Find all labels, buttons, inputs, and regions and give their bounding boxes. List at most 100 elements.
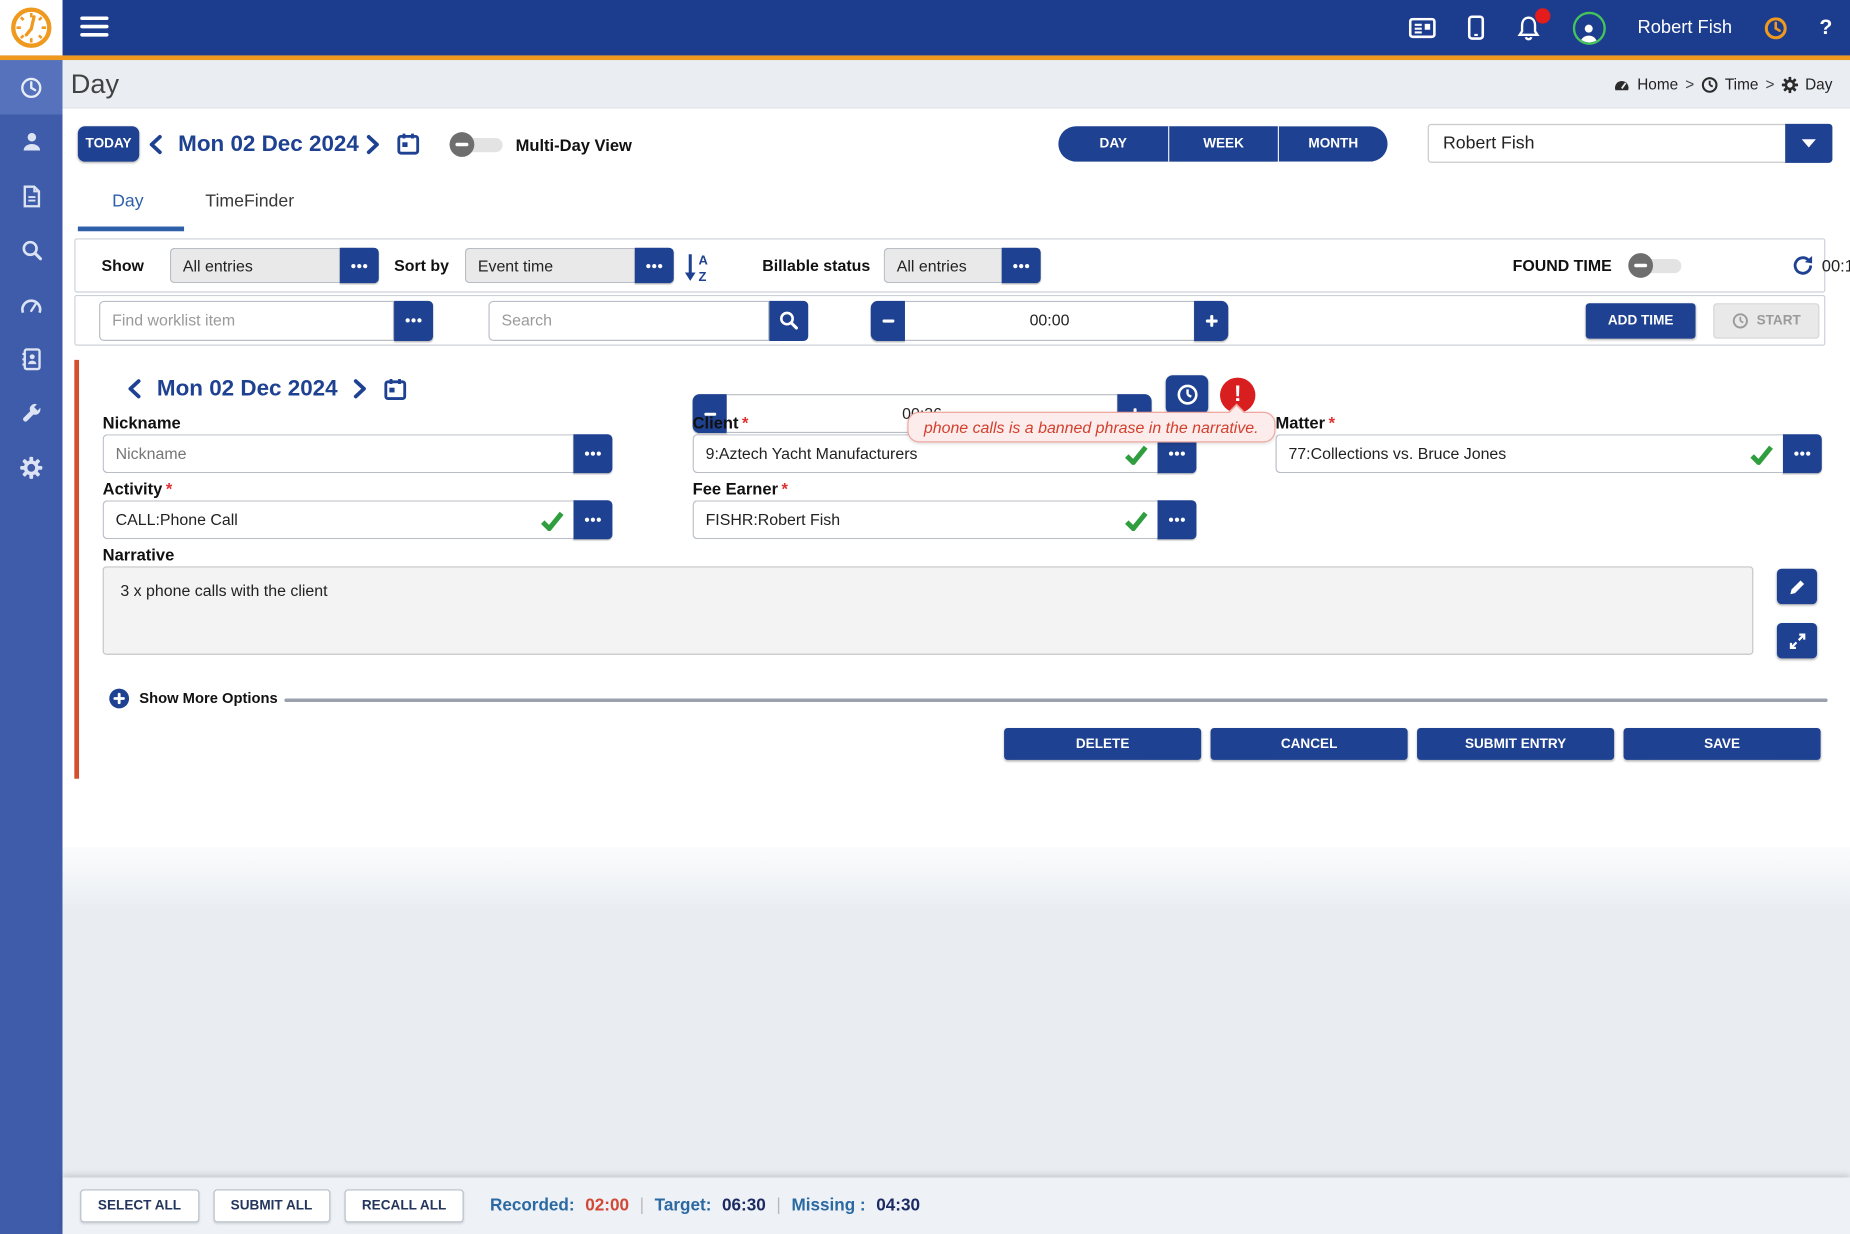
- client-value: 9:Aztech Yacht Manufacturers: [706, 445, 918, 463]
- duration-clock-button[interactable]: [1166, 375, 1208, 414]
- entry-date-nav: Mon 02 Dec 2024: [126, 369, 407, 408]
- time-increment-button[interactable]: [1194, 300, 1228, 340]
- multi-day-toggle[interactable]: [450, 132, 504, 157]
- found-time-toggle[interactable]: [1628, 253, 1682, 278]
- gear-icon: [20, 456, 42, 478]
- select-dropdown-button[interactable]: [1785, 124, 1832, 163]
- app-root: Robert Fish ?: [0, 0, 1850, 1234]
- ellipsis-icon: [1793, 451, 1811, 457]
- clock-logo-icon: [9, 6, 53, 50]
- add-time-button[interactable]: ADD TIME: [1586, 303, 1696, 338]
- calendar-icon[interactable]: [396, 132, 420, 156]
- sort-by-filter[interactable]: Event time: [465, 248, 674, 283]
- sidebar-item-contacts[interactable]: [0, 332, 63, 386]
- quick-time-value[interactable]: [905, 300, 1194, 340]
- save-button[interactable]: SAVE: [1624, 728, 1821, 760]
- address-book-icon: [21, 347, 42, 369]
- sidebar-item-profile[interactable]: [0, 114, 63, 168]
- refresh-timer[interactable]: 00:14:10: [1792, 255, 1850, 276]
- show-more-options[interactable]: Show More Options: [109, 688, 278, 709]
- fee-earner-select[interactable]: Robert Fish: [1428, 124, 1833, 163]
- filter-panel: Show All entries Sort by Event time AZ B…: [74, 238, 1825, 292]
- delete-button[interactable]: DELETE: [1004, 728, 1201, 760]
- sidebar-item-tools[interactable]: [0, 386, 63, 440]
- day-view-button[interactable]: DAY: [1058, 126, 1168, 161]
- billable-status-filter[interactable]: All entries: [884, 248, 1041, 283]
- dashboard-gauge-icon: [20, 294, 42, 314]
- search-icon: [21, 240, 42, 261]
- sidebar-item-search[interactable]: [0, 223, 63, 277]
- worklist-panel: ADD TIME START: [74, 295, 1825, 346]
- fee-earner-field: FISHR:Robert Fish: [693, 500, 1197, 539]
- matter-lookup-button[interactable]: [1783, 434, 1822, 473]
- tab-day[interactable]: Day: [112, 191, 143, 211]
- narrative-expand-button[interactable]: [1777, 623, 1817, 658]
- ellipsis-icon: [1168, 517, 1186, 523]
- ellipsis-icon: [405, 317, 423, 323]
- sort-by-more-button[interactable]: [635, 248, 674, 283]
- sidebar-item-time[interactable]: [0, 60, 63, 114]
- user-name[interactable]: Robert Fish: [1638, 17, 1733, 38]
- news-icon[interactable]: [1409, 17, 1436, 38]
- app-logo[interactable]: [0, 0, 63, 55]
- narrative-edit-button[interactable]: [1777, 569, 1817, 604]
- sort-az-icon[interactable]: AZ: [683, 251, 711, 283]
- time-decrement-button[interactable]: [871, 300, 905, 340]
- timer-icon[interactable]: [1764, 16, 1788, 40]
- banned-phrase-tooltip: phone calls is a banned phrase in the na…: [907, 412, 1275, 443]
- narrative-textarea[interactable]: 3 x phone calls with the client: [103, 566, 1754, 654]
- breadcrumb-home[interactable]: Home: [1637, 76, 1678, 94]
- month-view-button[interactable]: MONTH: [1278, 126, 1388, 161]
- empty-worklist-area: [63, 847, 1850, 1177]
- page-title: Day: [71, 68, 119, 100]
- menu-icon[interactable]: [80, 17, 108, 39]
- billable-status-more-button[interactable]: [1002, 248, 1041, 283]
- calendar-icon[interactable]: [384, 377, 408, 401]
- breadcrumb-time[interactable]: Time: [1725, 76, 1759, 94]
- week-view-button[interactable]: WEEK: [1168, 126, 1278, 161]
- nickname-lookup-button[interactable]: [573, 434, 612, 473]
- chevron-down-icon: [1802, 139, 1816, 147]
- sidebar-item-documents[interactable]: [0, 169, 63, 223]
- target-value: 06:30: [722, 1196, 766, 1215]
- select-all-button[interactable]: SELECT ALL: [80, 1189, 199, 1222]
- chevron-right-icon[interactable]: [353, 379, 368, 399]
- breadcrumb: Home > Time > Day: [1612, 60, 1832, 108]
- avatar[interactable]: [1573, 11, 1606, 44]
- notifications-bell-icon[interactable]: [1516, 15, 1541, 41]
- current-date: Mon 02 Dec 2024: [178, 132, 359, 158]
- submit-entry-button[interactable]: SUBMIT ENTRY: [1417, 728, 1614, 760]
- cancel-button[interactable]: CANCEL: [1211, 728, 1408, 760]
- show-filter[interactable]: All entries: [170, 248, 379, 283]
- fee-earner-lookup-button[interactable]: [1157, 500, 1196, 539]
- find-worklist-more-button[interactable]: [394, 300, 433, 340]
- chevron-right-icon[interactable]: [366, 135, 381, 155]
- find-worklist-input[interactable]: [99, 300, 394, 340]
- find-worklist-group: [99, 300, 433, 340]
- chevron-left-icon[interactable]: [147, 135, 162, 155]
- missing-value: 04:30: [876, 1196, 920, 1215]
- narrative-label: Narrative: [103, 545, 175, 564]
- recall-all-button[interactable]: RECALL ALL: [344, 1189, 464, 1222]
- nickname-input[interactable]: [103, 434, 574, 473]
- submit-all-button[interactable]: SUBMIT ALL: [213, 1189, 330, 1222]
- found-time-label: FOUND TIME: [1513, 257, 1612, 275]
- expand-icon: [1788, 632, 1806, 650]
- show-filter-more-button[interactable]: [340, 248, 379, 283]
- start-timer-button[interactable]: START: [1713, 303, 1819, 338]
- today-button[interactable]: TODAY: [78, 126, 139, 161]
- search-button[interactable]: [769, 300, 808, 340]
- help-icon[interactable]: ?: [1819, 15, 1832, 40]
- chevron-left-icon[interactable]: [126, 379, 141, 399]
- activity-lookup-button[interactable]: [573, 500, 612, 539]
- options-divider: [284, 699, 1827, 703]
- search-group: [488, 300, 808, 340]
- entry-date: Mon 02 Dec 2024: [157, 376, 338, 402]
- search-input[interactable]: [488, 300, 769, 340]
- mobile-icon[interactable]: [1468, 15, 1485, 40]
- tab-timefinder[interactable]: TimeFinder: [205, 191, 294, 211]
- sort-by-value: Event time: [465, 248, 635, 283]
- sidebar-item-dashboard[interactable]: [0, 277, 63, 331]
- sidebar-item-settings[interactable]: [0, 440, 63, 494]
- notification-badge: [1535, 8, 1550, 23]
